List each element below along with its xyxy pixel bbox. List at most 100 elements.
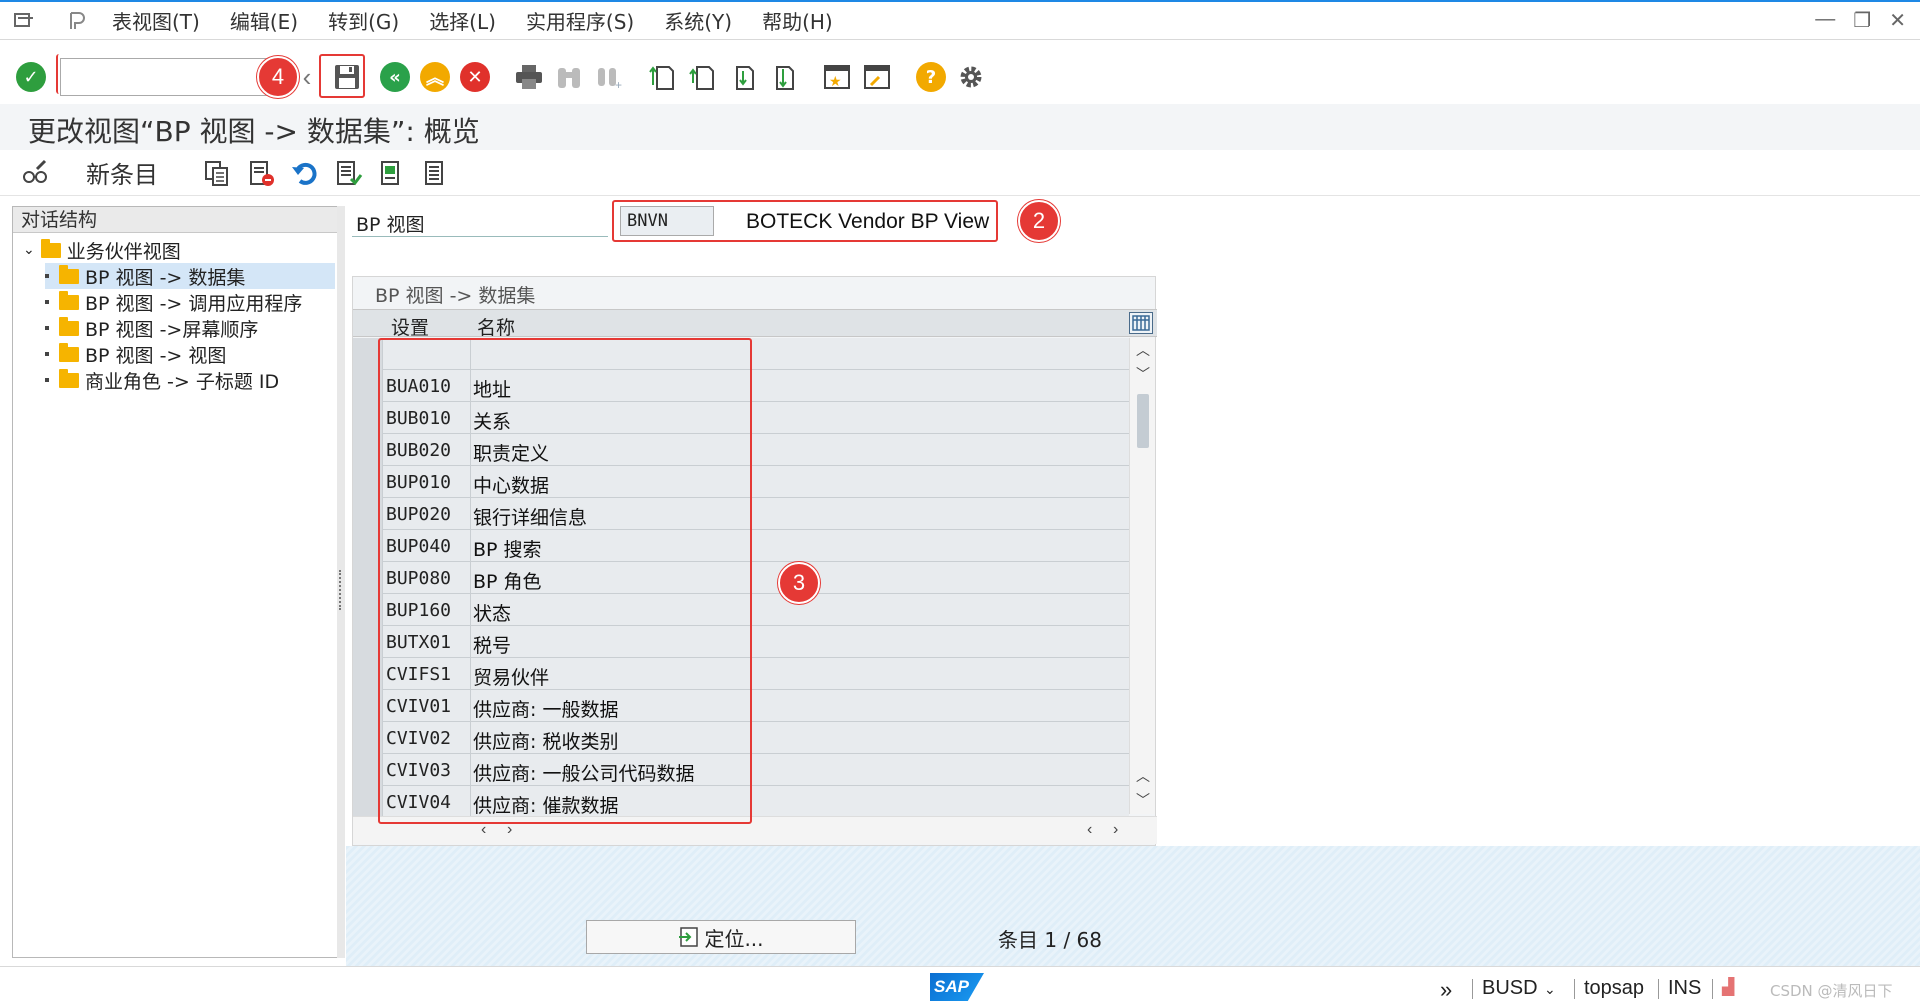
select-all-button[interactable] bbox=[334, 158, 364, 188]
scroll-right-end-icon[interactable]: › bbox=[1113, 821, 1118, 839]
callout-4: 4 bbox=[257, 56, 299, 98]
find-next-button[interactable]: + bbox=[592, 60, 626, 94]
system-id[interactable]: BUSD bbox=[1482, 977, 1538, 1000]
system-dropdown-icon[interactable]: ⌄ bbox=[1544, 981, 1556, 998]
delete-button[interactable] bbox=[246, 158, 276, 188]
undo-button[interactable] bbox=[290, 158, 320, 188]
close-window-icon[interactable]: ✕ bbox=[1889, 8, 1906, 33]
folder-icon bbox=[59, 290, 79, 310]
shortcut-icon bbox=[864, 65, 890, 89]
copy-as-button[interactable] bbox=[202, 158, 232, 188]
find-button[interactable] bbox=[552, 60, 586, 94]
splitter-grip[interactable] bbox=[339, 570, 343, 610]
tree-node-label: 商业角色 -> 子标题 ID bbox=[85, 370, 280, 393]
menu-utilities[interactable]: 实用程序(S) bbox=[526, 6, 634, 35]
tree-bullet bbox=[45, 300, 49, 304]
status-bar: SAP » BUSD ⌄ topsap INS ▟ CSDN @清风日下 bbox=[0, 966, 1920, 1008]
scroll-top-icon[interactable]: ︿ bbox=[1130, 338, 1156, 362]
svg-text:+: + bbox=[615, 78, 622, 90]
status-separator bbox=[1472, 979, 1473, 999]
callout-3: 3 bbox=[778, 562, 820, 604]
status-separator bbox=[1712, 979, 1713, 999]
position-icon bbox=[679, 927, 699, 947]
cancel-icon: ✕ bbox=[460, 62, 490, 92]
print-button[interactable] bbox=[512, 60, 546, 94]
next-page-icon bbox=[736, 66, 754, 90]
menu-edit[interactable]: 编辑(E) bbox=[230, 6, 298, 35]
bp-view-label-underline bbox=[352, 236, 608, 237]
first-page-button[interactable] bbox=[646, 60, 680, 94]
scrollbar-thumb[interactable] bbox=[1137, 394, 1149, 448]
enter-button[interactable]: ✓ bbox=[14, 60, 48, 94]
back-button[interactable]: « bbox=[378, 60, 412, 94]
checkmark-icon: ✓ bbox=[16, 62, 46, 92]
chevron-down-icon[interactable]: ⌄ bbox=[23, 242, 35, 258]
background-pattern bbox=[346, 846, 1920, 966]
menu-help[interactable]: 帮助(H) bbox=[762, 6, 833, 35]
find-next-icon: + bbox=[598, 68, 622, 90]
tree-node-views[interactable]: BP 视图 -> 视图 bbox=[45, 341, 226, 367]
exit-button[interactable]: ︽ bbox=[418, 60, 452, 94]
folder-icon bbox=[59, 316, 79, 336]
tree-node-screen-sequence[interactable]: BP 视图 ->屏幕顺序 bbox=[45, 315, 258, 341]
highlight-command-box bbox=[56, 54, 286, 94]
last-page-button[interactable] bbox=[766, 60, 800, 94]
cancel-button[interactable]: ✕ bbox=[458, 60, 492, 94]
tree-bullet bbox=[45, 352, 49, 356]
scroll-page-up-icon[interactable]: ︿ bbox=[1130, 764, 1156, 788]
deselect-all-icon bbox=[425, 160, 443, 185]
sap-menu-icon[interactable] bbox=[64, 7, 92, 35]
display-change-button[interactable] bbox=[20, 158, 50, 188]
select-block-button[interactable] bbox=[378, 158, 408, 188]
menu-goto[interactable]: 转到(G) bbox=[328, 6, 399, 35]
tree-node-applications[interactable]: BP 视图 -> 调用应用程序 bbox=[45, 289, 302, 315]
entry-counter: 条目 1 / 68 bbox=[998, 928, 1102, 952]
bp-view-label: BP 视图 bbox=[356, 214, 425, 236]
menu-icon[interactable] bbox=[10, 7, 38, 35]
open-folder-icon bbox=[59, 264, 79, 284]
status-expand-icon[interactable]: » bbox=[1440, 977, 1452, 1003]
column-header-name[interactable]: 名称 bbox=[477, 313, 515, 340]
tree-node-label: BP 视图 ->屏幕顺序 bbox=[85, 318, 259, 341]
vertical-scrollbar[interactable]: ︿ ﹀ ︿ ﹀ bbox=[1129, 338, 1155, 814]
sap-logo: SAP bbox=[930, 973, 984, 1001]
tree-bullet bbox=[45, 378, 49, 382]
menu-system[interactable]: 系统(Y) bbox=[664, 6, 732, 35]
tree-node-label: BP 视图 -> 数据集 bbox=[85, 266, 246, 289]
watermark: CSDN @清风日下 bbox=[1770, 982, 1893, 1000]
new-session-button[interactable]: ★ bbox=[820, 60, 854, 94]
input-mode[interactable]: INS bbox=[1668, 977, 1701, 1000]
status-separator bbox=[1574, 979, 1575, 999]
position-button[interactable]: 定位... bbox=[586, 920, 856, 954]
customize-button[interactable] bbox=[954, 60, 988, 94]
delete-row-icon bbox=[250, 160, 274, 186]
next-page-button[interactable] bbox=[726, 60, 760, 94]
tree-node-label: BP 视图 -> 视图 bbox=[85, 344, 227, 367]
tree-node-datasets[interactable]: BP 视图 -> 数据集 bbox=[45, 263, 335, 289]
highlight-save-box bbox=[319, 54, 365, 98]
column-header-setting[interactable]: 设置 bbox=[391, 313, 429, 340]
restore-icon[interactable]: ❐ bbox=[1853, 8, 1871, 33]
select-all-icon bbox=[337, 160, 363, 185]
highlight-bp-view-box bbox=[612, 200, 998, 242]
binoculars-icon bbox=[558, 68, 580, 88]
scroll-left-end-icon[interactable]: ‹ bbox=[1087, 821, 1092, 839]
table-settings-icon[interactable] bbox=[1129, 312, 1153, 334]
menu-table-view[interactable]: 表视图(T) bbox=[112, 6, 200, 35]
deselect-all-button[interactable] bbox=[422, 158, 452, 188]
shortcut-button[interactable] bbox=[860, 60, 894, 94]
copy-icon bbox=[205, 160, 228, 186]
previous-page-button[interactable] bbox=[686, 60, 720, 94]
folder-icon bbox=[59, 342, 79, 362]
menu-selection[interactable]: 选择(L) bbox=[429, 6, 496, 35]
scroll-down-icon[interactable]: ﹀ bbox=[1130, 788, 1156, 812]
tree-node-business-roles[interactable]: 商业角色 -> 子标题 ID bbox=[45, 367, 279, 393]
page-title: 更改视图“BP 视图 -> 数据集”: 概览 bbox=[28, 115, 480, 148]
help-button[interactable]: ? bbox=[914, 60, 948, 94]
application-toolbar: 新条目 bbox=[0, 150, 1920, 196]
first-page-icon bbox=[649, 66, 674, 90]
tree-node-bp-views[interactable]: ⌄ 业务伙伴视图 bbox=[23, 237, 181, 263]
scroll-up-icon[interactable]: ﹀ bbox=[1130, 362, 1156, 386]
new-entries-button[interactable]: 新条目 bbox=[86, 155, 158, 190]
minimize-icon[interactable]: — bbox=[1815, 8, 1835, 33]
